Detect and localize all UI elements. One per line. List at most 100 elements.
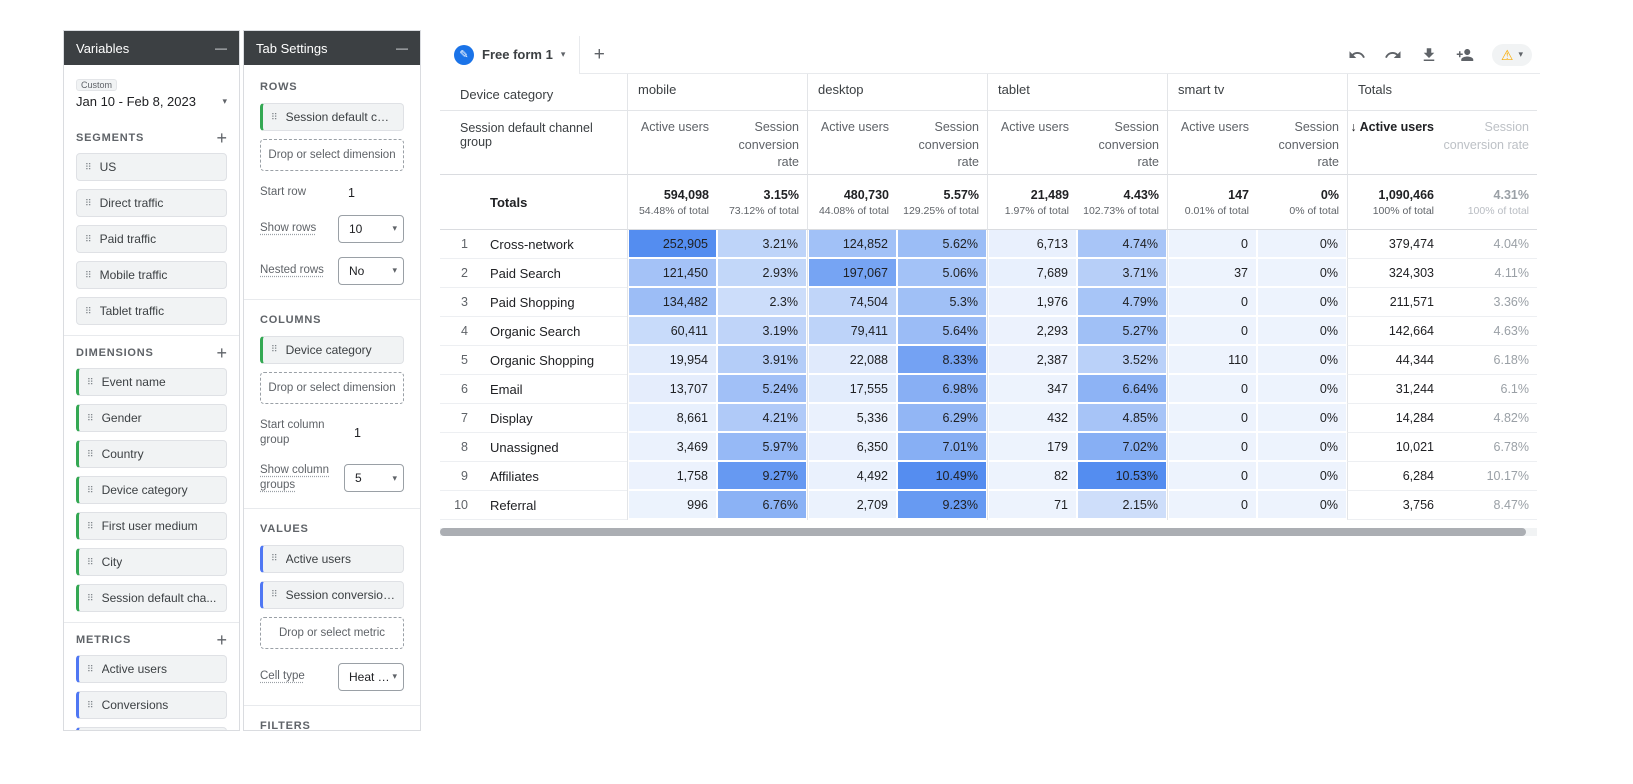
table-row-label[interactable]: 10Referral <box>440 491 627 520</box>
heat-cell[interactable]: 2,387 <box>987 346 1077 375</box>
column-header-session-conversion-rate[interactable]: Session conversion rate <box>717 111 807 175</box>
table-row-label[interactable]: 3Paid Shopping <box>440 288 627 317</box>
heat-cell[interactable]: 0 <box>1167 375 1257 404</box>
heat-cell[interactable]: 37 <box>1167 259 1257 288</box>
dimension-chip[interactable]: ⠿First user medium <box>76 512 227 540</box>
heat-cell[interactable]: 13,707 <box>627 375 717 404</box>
column-header-active-users-sorted[interactable]: ↓ Active users <box>1347 111 1442 175</box>
heat-cell[interactable]: 0 <box>1167 317 1257 346</box>
heat-cell[interactable]: 0% <box>1257 259 1347 288</box>
heat-cell[interactable]: 252,905 <box>627 230 717 259</box>
heat-cell[interactable]: 3.21% <box>717 230 807 259</box>
heat-cell[interactable]: 0 <box>1167 230 1257 259</box>
heat-cell[interactable]: 1,758 <box>627 462 717 491</box>
heat-cell[interactable]: 4.74% <box>1077 230 1167 259</box>
minimize-tab-settings-button[interactable]: — <box>396 41 408 55</box>
metric-chip[interactable]: ⠿Conversions <box>76 691 227 719</box>
values-metric-chip[interactable]: ⠿Session conversion... <box>260 581 404 609</box>
heat-cell[interactable]: 4,492 <box>807 462 897 491</box>
heat-cell[interactable]: 2,293 <box>987 317 1077 346</box>
heat-cell[interactable]: 9.27% <box>717 462 807 491</box>
heat-cell[interactable]: 3.71% <box>1077 259 1167 288</box>
add-tab-button[interactable]: + <box>580 36 618 74</box>
heat-cell[interactable]: 74,504 <box>807 288 897 317</box>
heat-cell[interactable]: 2.3% <box>717 288 807 317</box>
heat-cell[interactable]: 2.93% <box>717 259 807 288</box>
heat-cell[interactable]: 0% <box>1257 375 1347 404</box>
heat-cell[interactable]: 6,350 <box>807 433 897 462</box>
rows-dropzone[interactable]: Drop or select dimension <box>260 139 404 171</box>
date-range-selector[interactable]: Custom Jan 10 - Feb 8, 2023 ▾ <box>64 65 239 121</box>
heat-cell[interactable]: 0% <box>1257 462 1347 491</box>
heat-cell[interactable]: 0% <box>1257 317 1347 346</box>
heat-cell[interactable]: 0 <box>1167 462 1257 491</box>
device-group-header[interactable]: smart tv <box>1167 74 1347 111</box>
heat-cell[interactable]: 179 <box>987 433 1077 462</box>
heat-cell[interactable]: 5.3% <box>897 288 987 317</box>
heat-cell[interactable]: 22,088 <box>807 346 897 375</box>
sampling-warning-button[interactable]: ⚠ ▾ <box>1492 44 1532 66</box>
heat-cell[interactable]: 0 <box>1167 404 1257 433</box>
heat-cell[interactable]: 0% <box>1257 433 1347 462</box>
share-user-icon[interactable] <box>1456 46 1474 64</box>
heat-cell[interactable]: 0% <box>1257 230 1347 259</box>
heat-cell[interactable]: 197,067 <box>807 259 897 288</box>
heat-cell[interactable]: 4.21% <box>717 404 807 433</box>
dimension-chip[interactable]: ⠿Gender <box>76 404 227 432</box>
metric-chip[interactable]: ⠿Active users <box>76 655 227 683</box>
device-group-header[interactable]: desktop <box>807 74 987 111</box>
device-group-header[interactable]: tablet <box>987 74 1167 111</box>
heat-cell[interactable]: 5.97% <box>717 433 807 462</box>
column-header-active-users[interactable]: Active users <box>1167 111 1257 175</box>
add-metric-button[interactable]: + <box>216 633 227 647</box>
show-column-groups-select[interactable]: 5 ▾ <box>344 464 404 492</box>
device-group-header[interactable]: mobile <box>627 74 807 111</box>
heat-cell[interactable]: 0% <box>1257 491 1347 520</box>
heat-cell[interactable]: 10.53% <box>1077 462 1167 491</box>
heat-cell[interactable]: 4.85% <box>1077 404 1167 433</box>
heat-cell[interactable]: 7.01% <box>897 433 987 462</box>
table-row-label[interactable]: 5Organic Shopping <box>440 346 627 375</box>
add-dimension-button[interactable]: + <box>216 346 227 360</box>
download-icon[interactable] <box>1420 46 1438 64</box>
heat-cell[interactable]: 2,709 <box>807 491 897 520</box>
heat-cell[interactable]: 432 <box>987 404 1077 433</box>
add-segment-button[interactable]: + <box>216 131 227 145</box>
dimension-chip[interactable]: ⠿Country <box>76 440 227 468</box>
column-header-active-users[interactable]: Active users <box>807 111 897 175</box>
column-header-session-conversion-rate[interactable]: Session conversion rate <box>1077 111 1167 175</box>
heat-cell[interactable]: 1,976 <box>987 288 1077 317</box>
start-row-input[interactable]: 1 <box>338 186 404 200</box>
dimension-chip[interactable]: ⠿Session default cha... <box>76 584 227 612</box>
undo-icon[interactable] <box>1348 46 1366 64</box>
start-column-group-input[interactable]: 1 <box>344 426 404 440</box>
heat-cell[interactable]: 3.52% <box>1077 346 1167 375</box>
heat-cell[interactable]: 6.98% <box>897 375 987 404</box>
column-header-active-users[interactable]: Active users <box>627 111 717 175</box>
heat-cell[interactable]: 5.06% <box>897 259 987 288</box>
heat-cell[interactable]: 10.49% <box>897 462 987 491</box>
heat-cell[interactable]: 4.79% <box>1077 288 1167 317</box>
show-rows-select[interactable]: 10 ▾ <box>338 215 404 243</box>
heat-cell[interactable]: 134,482 <box>627 288 717 317</box>
heat-cell[interactable]: 5.64% <box>897 317 987 346</box>
heat-cell[interactable]: 7,689 <box>987 259 1077 288</box>
table-row-label[interactable]: 7Display <box>440 404 627 433</box>
redo-icon[interactable] <box>1384 46 1402 64</box>
heat-cell[interactable]: 5.62% <box>897 230 987 259</box>
heat-cell[interactable]: 124,852 <box>807 230 897 259</box>
heat-cell[interactable]: 347 <box>987 375 1077 404</box>
dimension-chip[interactable]: ⠿Device category <box>76 476 227 504</box>
column-header-active-users[interactable]: Active users <box>987 111 1077 175</box>
columns-dropzone[interactable]: Drop or select dimension <box>260 372 404 404</box>
table-row-label[interactable]: 8Unassigned <box>440 433 627 462</box>
heat-cell[interactable]: 8.33% <box>897 346 987 375</box>
heat-cell[interactable]: 2.15% <box>1077 491 1167 520</box>
dimension-chip[interactable]: ⠿City <box>76 548 227 576</box>
horizontal-scrollbar-thumb[interactable] <box>440 528 1526 536</box>
heat-cell[interactable]: 6.76% <box>717 491 807 520</box>
nested-rows-select[interactable]: No ▾ <box>338 257 404 285</box>
column-header-session-conversion-rate[interactable]: Session conversion rate <box>1257 111 1347 175</box>
segment-chip[interactable]: ⠿US <box>76 153 227 181</box>
heat-cell[interactable]: 110 <box>1167 346 1257 375</box>
